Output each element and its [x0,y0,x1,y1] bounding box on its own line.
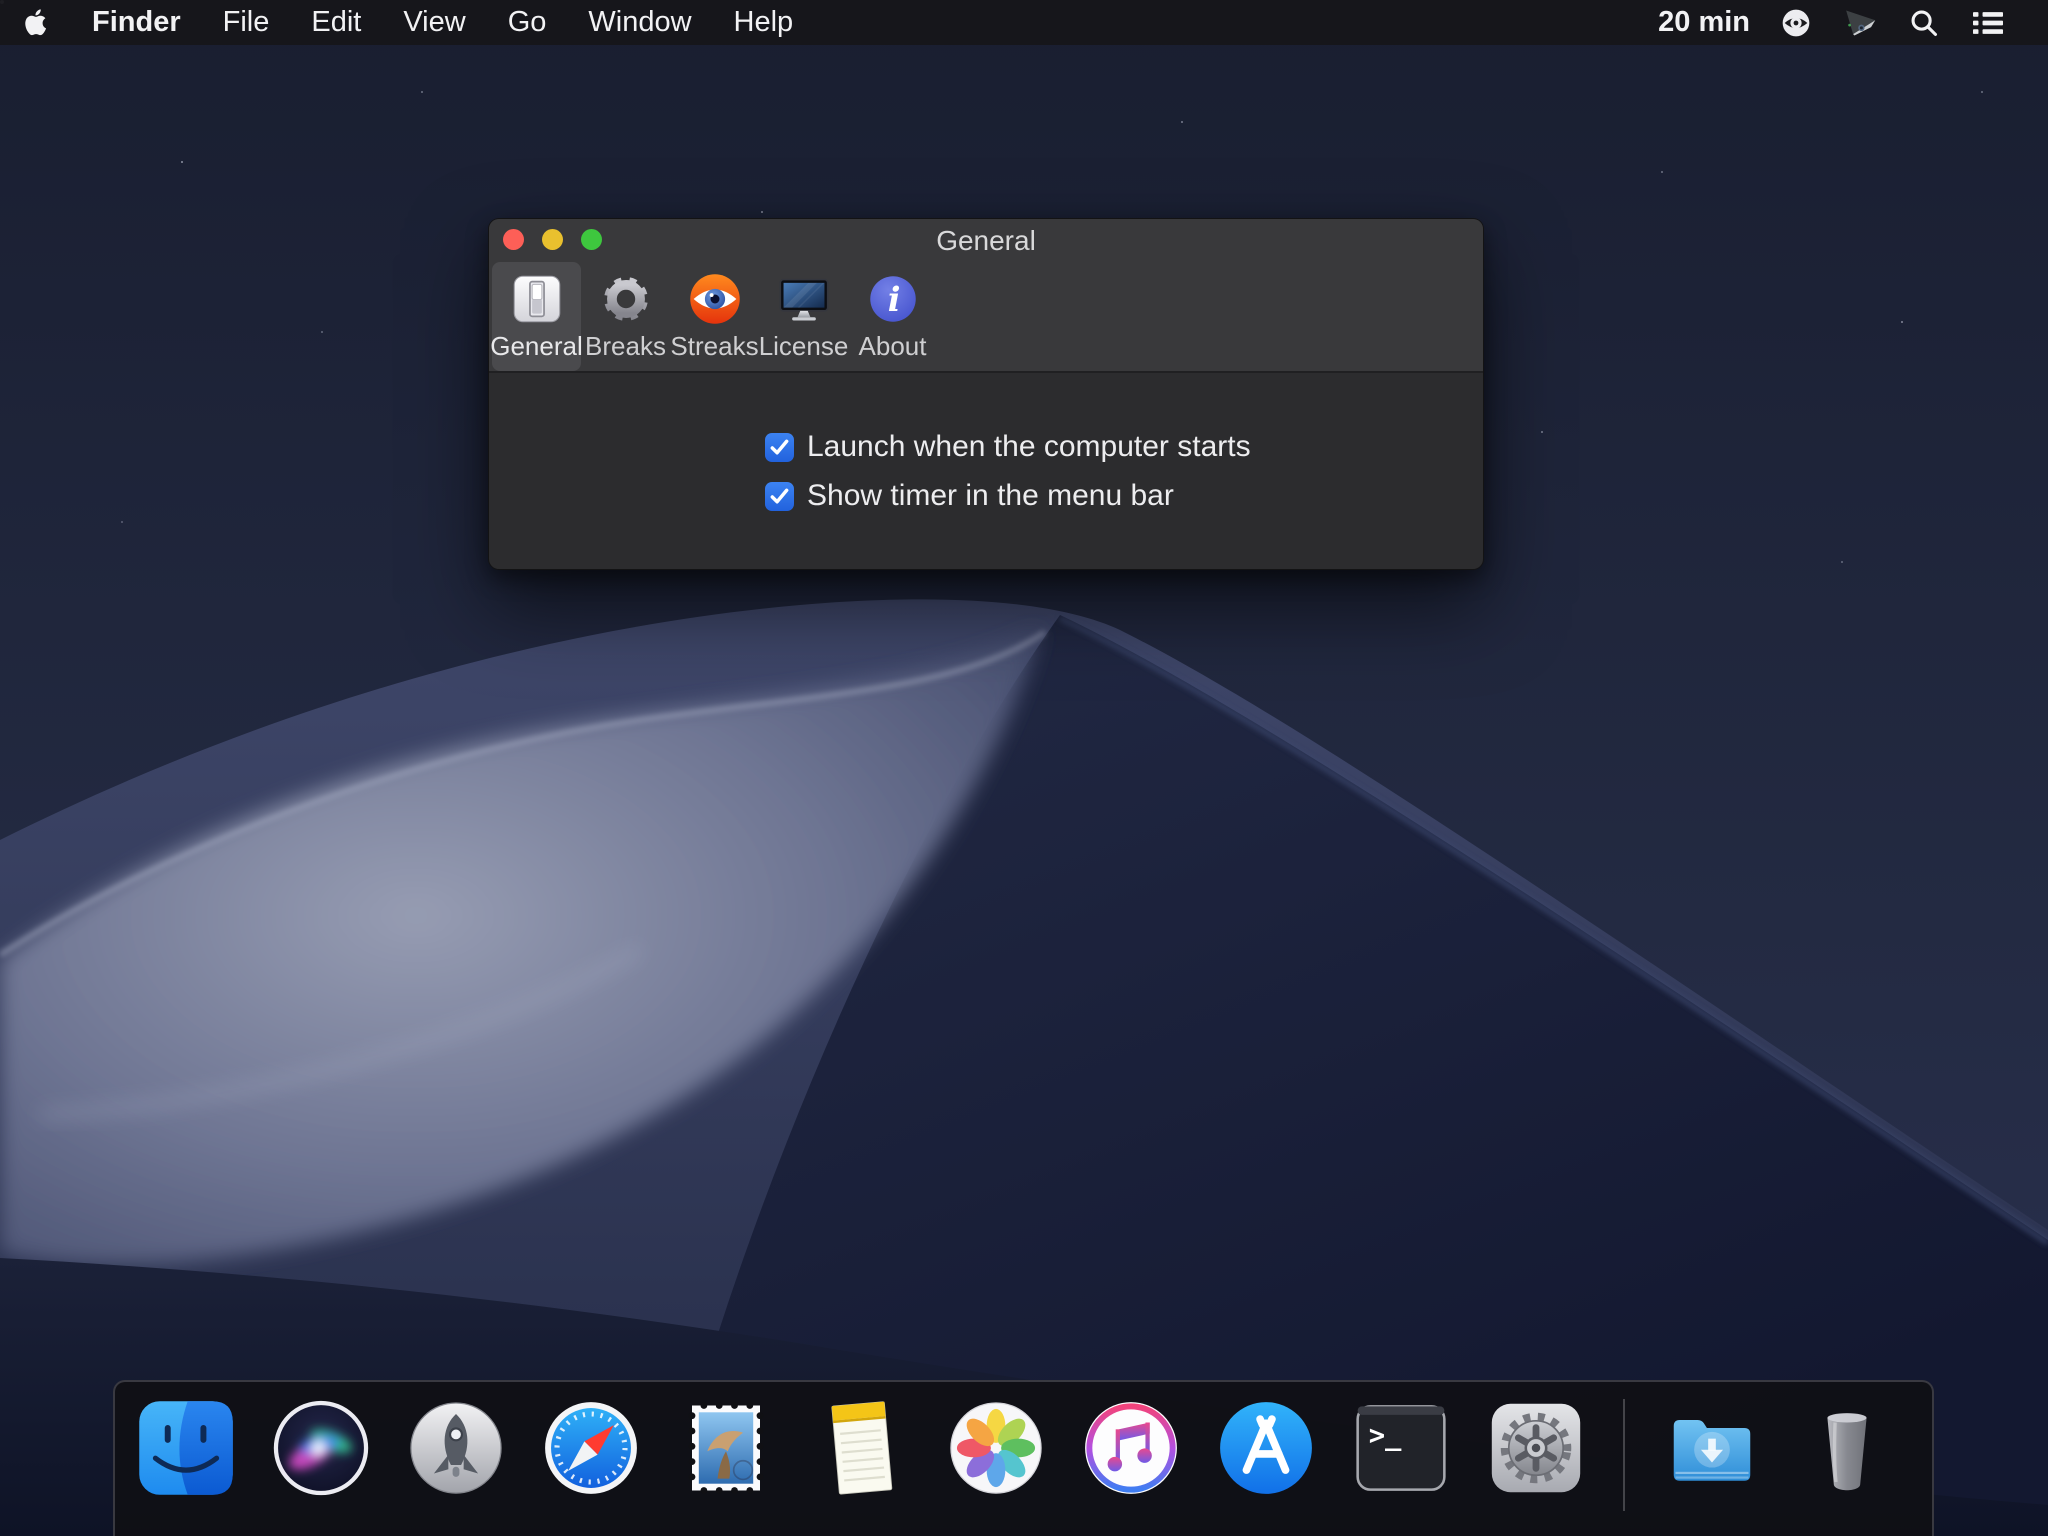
svg-text:>_: >_ [1369,1421,1402,1452]
dock-siri[interactable] [270,1397,372,1499]
dock-app-store[interactable] [1215,1397,1317,1499]
show-timer-label: Show timer in the menu bar [807,479,1174,513]
preferences-toolbar: General Breaks [492,262,937,371]
dock-finder[interactable] [135,1397,237,1499]
tab-label: License [759,331,849,362]
tab-general[interactable]: General [492,262,581,371]
dock-itunes[interactable] [1080,1397,1182,1499]
dock-mail[interactable] [675,1397,777,1499]
apple-icon [24,7,51,38]
zoom-button[interactable] [581,229,602,250]
launch-at-startup-checkbox[interactable] [765,433,794,462]
display-icon [776,268,832,330]
menu-go[interactable]: Go [487,6,568,39]
menu-app-name[interactable]: Finder [71,6,202,39]
menu-window[interactable]: Window [567,6,712,39]
preferences-window: General General [488,218,1484,570]
dock-trash[interactable] [1796,1397,1898,1499]
tab-label: Streaks [670,331,758,362]
minimize-button[interactable] [542,229,563,250]
tab-about[interactable]: i About [848,262,937,371]
desktop: Finder File Edit View Go Window Help 20 … [0,0,2048,1536]
launch-at-startup-row: Launch when the computer starts [765,430,1251,464]
dock: >_ [113,1380,1934,1536]
menu-edit[interactable]: Edit [290,6,382,39]
tab-label: General [490,331,583,362]
dock-system-preferences[interactable] [1485,1397,1587,1499]
break-timer-text[interactable]: 20 min [1658,6,1750,39]
tab-label: Breaks [585,331,666,362]
paper-plane-icon[interactable] [1842,6,1878,40]
info-icon: i [867,268,919,330]
menu-view[interactable]: View [382,6,486,39]
tab-label: About [859,331,927,362]
gear-icon [600,268,652,330]
window-title: General [936,225,1036,257]
menu-file[interactable]: File [202,6,291,39]
launch-at-startup-label: Launch when the computer starts [807,430,1251,464]
title-bar[interactable]: General [489,219,1483,262]
eye-streaks-icon [688,268,742,330]
dock-downloads[interactable] [1661,1397,1763,1499]
preferences-content: Launch when the computer starts Show tim… [489,373,1483,569]
tab-breaks[interactable]: Breaks [581,262,670,371]
tab-streaks[interactable]: Streaks [670,262,759,371]
show-timer-checkbox[interactable] [765,482,794,511]
window-chrome: General General [489,219,1483,373]
dock-notes[interactable] [810,1397,912,1499]
svg-text:i: i [887,279,900,319]
tab-license[interactable]: License [759,262,848,371]
dock-safari[interactable] [540,1397,642,1499]
dock-separator [1623,1399,1625,1511]
apple-menu[interactable] [0,7,71,38]
dock-launchpad[interactable] [405,1397,507,1499]
eye-timer-icon[interactable] [1780,7,1812,39]
light-switch-icon [511,268,563,330]
show-timer-row: Show timer in the menu bar [765,479,1174,513]
menu-help[interactable]: Help [713,6,815,39]
spotlight-search-icon[interactable] [1908,7,1940,39]
menu-bar: Finder File Edit View Go Window Help 20 … [0,0,2048,45]
dock-terminal[interactable]: >_ [1350,1397,1452,1499]
dock-photos[interactable] [945,1397,1047,1499]
close-button[interactable] [503,229,524,250]
notification-list-icon[interactable] [1970,8,2006,38]
